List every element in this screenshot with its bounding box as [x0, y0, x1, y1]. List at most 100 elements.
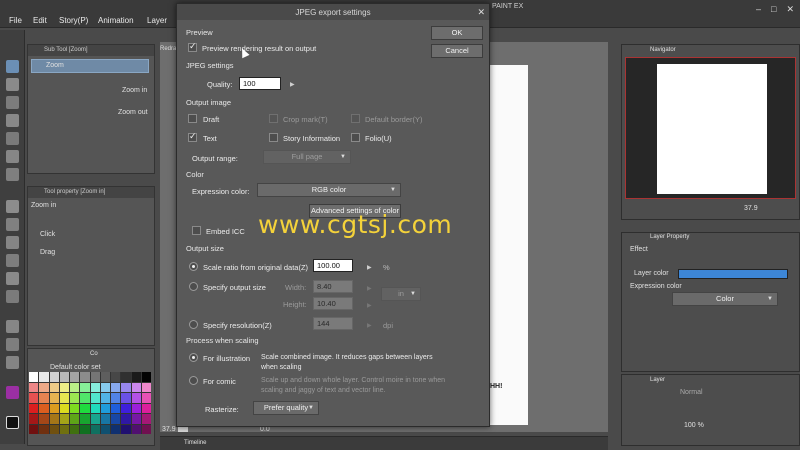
- color-swatch[interactable]: [49, 393, 59, 403]
- quality-input[interactable]: 100: [239, 77, 281, 90]
- hand-tool-icon[interactable]: [6, 96, 19, 109]
- for-comic-radio[interactable]: [189, 376, 198, 385]
- color-swatch[interactable]: [49, 403, 59, 413]
- for-illustration-radio[interactable]: [189, 353, 198, 362]
- cancel-button[interactable]: Cancel: [431, 44, 483, 58]
- color-swatch[interactable]: [131, 372, 141, 382]
- color-swatch[interactable]: [29, 372, 39, 382]
- airbrush-tool-icon[interactable]: [6, 254, 19, 267]
- color-swatch[interactable]: [49, 372, 59, 382]
- select-tool-icon[interactable]: [6, 114, 19, 127]
- color-swatch[interactable]: [70, 424, 80, 434]
- color-swatch[interactable]: [49, 414, 59, 424]
- color-swatch[interactable]: [100, 403, 110, 413]
- text-checkbox[interactable]: [188, 131, 197, 142]
- color-swatch[interactable]: [29, 382, 39, 392]
- foreground-color-icon[interactable]: [6, 416, 19, 429]
- frame-tool-icon[interactable]: [6, 356, 19, 369]
- color-swatch[interactable]: [131, 393, 141, 403]
- color-swatch[interactable]: [80, 403, 90, 413]
- embed-icc-checkbox[interactable]: [192, 226, 201, 235]
- close-icon[interactable]: ✕: [477, 7, 485, 18]
- color-swatch[interactable]: [111, 403, 121, 413]
- color-swatch[interactable]: [80, 414, 90, 424]
- color-swatch[interactable]: [121, 414, 131, 424]
- color-swatch[interactable]: [141, 403, 151, 413]
- color-set-name[interactable]: Default color set: [50, 364, 101, 371]
- color-swatch[interactable]: [131, 424, 141, 434]
- menu-animation[interactable]: Animation: [98, 16, 134, 25]
- color-swatch[interactable]: [111, 393, 121, 403]
- menu-file[interactable]: File: [9, 16, 22, 25]
- color-swatch[interactable]: [59, 424, 69, 434]
- color-swatch[interactable]: [70, 393, 80, 403]
- color-swatch[interactable]: [141, 414, 151, 424]
- color-swatch[interactable]: [111, 372, 121, 382]
- color-swatch[interactable]: [70, 382, 80, 392]
- color-swatch[interactable]: [29, 393, 39, 403]
- color-swatch[interactable]: [80, 424, 90, 434]
- color-swatch[interactable]: [90, 372, 100, 382]
- color-swatch[interactable]: [39, 424, 49, 434]
- figure-tool-icon[interactable]: [6, 338, 19, 351]
- sub-tool-zoom-out[interactable]: Zoom out: [118, 109, 148, 116]
- default-border-checkbox[interactable]: [351, 114, 360, 123]
- color-swatch[interactable]: [29, 424, 39, 434]
- color-swatch[interactable]: [121, 424, 131, 434]
- folio-checkbox[interactable]: [351, 133, 360, 142]
- magic-wand-icon[interactable]: [6, 150, 19, 163]
- move-tool-icon[interactable]: [6, 78, 19, 91]
- color-swatch[interactable]: [111, 382, 121, 392]
- color-swatch[interactable]: [100, 393, 110, 403]
- color-swatch[interactable]: [70, 403, 80, 413]
- color-swatch[interactable]: [70, 372, 80, 382]
- color-swatch[interactable]: [59, 372, 69, 382]
- color-swatch[interactable]: [111, 424, 121, 434]
- color-swatch[interactable]: [39, 393, 49, 403]
- scale-arrow-icon[interactable]: ▶: [367, 264, 372, 271]
- color-swatch[interactable]: [141, 372, 151, 382]
- size-unit-select[interactable]: in ▼: [381, 287, 421, 301]
- color-swatch[interactable]: [100, 414, 110, 424]
- sub-tool-zoom-in[interactable]: Zoom in: [122, 87, 147, 94]
- color-palette[interactable]: [29, 372, 151, 434]
- fill-tool-icon[interactable]: [6, 290, 19, 303]
- color-swatch[interactable]: [121, 382, 131, 392]
- expression-color-dialog-select[interactable]: RGB color ▼: [257, 183, 401, 197]
- color-swatch[interactable]: [121, 393, 131, 403]
- zoom-tool-icon[interactable]: [6, 60, 19, 73]
- color-swatch[interactable]: [100, 382, 110, 392]
- color-swatch[interactable]: [131, 403, 141, 413]
- output-range-select[interactable]: Full page ▼: [263, 150, 351, 164]
- color-set-tab[interactable]: Co: [90, 351, 98, 357]
- color-swatch[interactable]: [39, 382, 49, 392]
- expression-color-select[interactable]: Color ▼: [672, 292, 778, 306]
- color-swatch[interactable]: [111, 414, 121, 424]
- color-swatch[interactable]: [49, 424, 59, 434]
- color-swatch[interactable]: [39, 414, 49, 424]
- canvas-tab[interactable]: Redra: [160, 46, 176, 52]
- main-color-swatch[interactable]: [6, 386, 19, 399]
- pen-tool-icon[interactable]: [6, 200, 19, 213]
- color-swatch[interactable]: [39, 403, 49, 413]
- menu-story[interactable]: Story(P): [59, 16, 88, 25]
- color-swatch[interactable]: [121, 372, 131, 382]
- menu-layer[interactable]: Layer: [147, 16, 167, 25]
- menu-edit[interactable]: Edit: [33, 16, 47, 25]
- color-swatch[interactable]: [29, 403, 39, 413]
- layer-color-bar[interactable]: [678, 269, 788, 279]
- color-swatch[interactable]: [141, 382, 151, 392]
- draft-checkbox[interactable]: [188, 114, 197, 123]
- color-swatch[interactable]: [90, 424, 100, 434]
- color-swatch[interactable]: [59, 414, 69, 424]
- color-swatch[interactable]: [59, 393, 69, 403]
- specify-resolution-radio[interactable]: [189, 320, 198, 329]
- height-input[interactable]: 10.40: [313, 297, 353, 310]
- minimize-icon[interactable]: –: [756, 4, 761, 15]
- color-swatch[interactable]: [90, 382, 100, 392]
- color-swatch[interactable]: [80, 393, 90, 403]
- color-swatch[interactable]: [141, 424, 151, 434]
- color-swatch[interactable]: [59, 403, 69, 413]
- scale-ratio-radio[interactable]: [189, 262, 198, 271]
- ok-button[interactable]: OK: [431, 26, 483, 40]
